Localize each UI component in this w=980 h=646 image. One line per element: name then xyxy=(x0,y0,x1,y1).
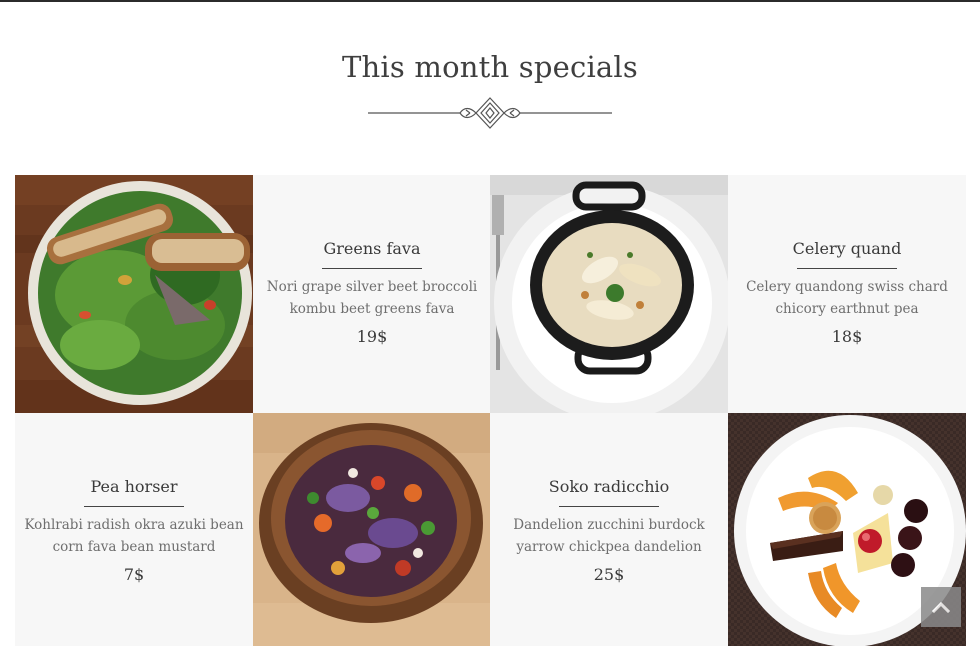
dish-name[interactable]: Pea horser xyxy=(15,477,253,496)
dish-photo-pasta-pot[interactable] xyxy=(490,175,728,413)
dish-price: 7$ xyxy=(123,565,145,584)
dish-name[interactable]: Greens fava xyxy=(253,239,491,258)
header-bottom-border xyxy=(0,0,980,2)
dish-price: 18$ xyxy=(831,327,863,346)
dish-name-underline xyxy=(797,268,897,269)
ornament-divider-icon xyxy=(366,94,614,132)
dish-card-greens-fava: Greens fava Nori grape silver beet brocc… xyxy=(253,175,491,413)
dish-name-underline xyxy=(84,506,184,507)
scroll-to-top-button[interactable] xyxy=(921,587,961,627)
dish-photo-salad[interactable] xyxy=(15,175,253,413)
dish-card-celery-quand: Celery quand Celery quandong swiss chard… xyxy=(728,175,966,413)
dish-price: 25$ xyxy=(593,565,625,584)
dish-name[interactable]: Soko radicchio xyxy=(490,477,728,496)
section-title: This month specials xyxy=(342,50,638,84)
specials-grid: Greens fava Nori grape silver beet brocc… xyxy=(15,175,966,646)
dish-card-soko-radicchio: Soko radicchio Dandelion zucchini burdoc… xyxy=(490,413,728,646)
dish-price: 19$ xyxy=(356,327,388,346)
dish-description: Kohlrabi radish okra azuki bean corn fav… xyxy=(24,517,244,555)
dish-description: Celery quandong swiss chard chicory eart… xyxy=(746,279,948,317)
chevron-up-icon xyxy=(931,598,951,617)
dish-photo-vegetable-bowl[interactable] xyxy=(253,413,491,646)
dish-card-pea-horser: Pea horser Kohlrabi radish okra azuki be… xyxy=(15,413,253,646)
dish-name-underline xyxy=(559,506,659,507)
dish-description: Nori grape silver beet broccoli kombu be… xyxy=(266,279,478,317)
dish-description: Dandelion zucchini burdock yarrow chickp… xyxy=(513,517,705,555)
dish-name-underline xyxy=(322,268,422,269)
dish-name[interactable]: Celery quand xyxy=(728,239,966,258)
